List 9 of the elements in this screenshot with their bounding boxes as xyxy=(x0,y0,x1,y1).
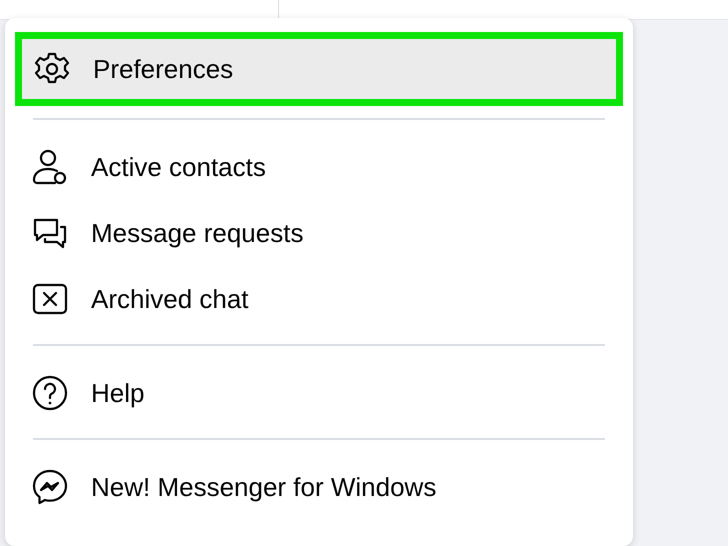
menu-item[interactable]: Preferences xyxy=(15,32,623,106)
messenger-icon xyxy=(31,468,69,506)
menu-item[interactable]: Active contacts xyxy=(15,134,623,200)
menu-item[interactable]: Message requests xyxy=(15,200,623,266)
menu-item[interactable]: Help xyxy=(15,360,623,426)
help-icon xyxy=(31,374,69,412)
person-icon xyxy=(31,148,69,186)
menu-item[interactable]: New! Messenger for Windows xyxy=(15,454,623,520)
menu-item[interactable]: Archived chat xyxy=(15,266,623,332)
